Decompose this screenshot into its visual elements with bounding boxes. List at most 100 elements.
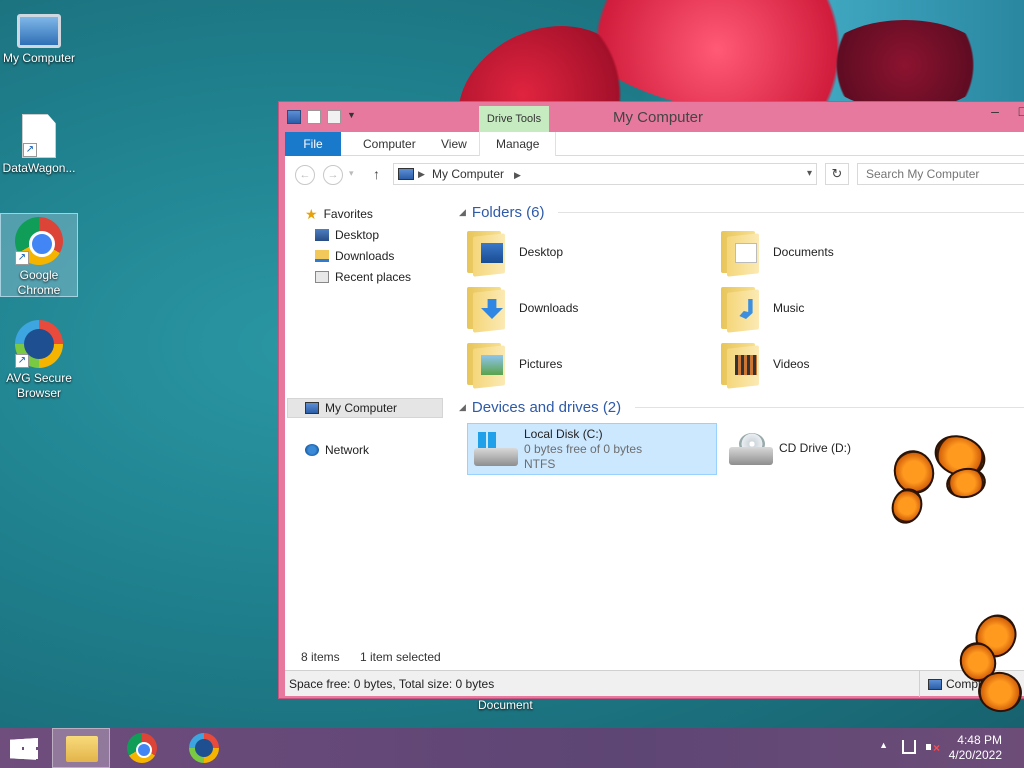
explorer-body: ★ Favorites Desktop Downloads Recent pla… <box>285 192 1024 670</box>
cd-drive-icon <box>729 431 773 467</box>
shortcut-arrow-icon: ↗ <box>15 251 29 265</box>
start-button[interactable] <box>0 728 58 768</box>
desktop-icon-label: DataWagon... <box>2 161 76 175</box>
network-icon <box>305 444 319 456</box>
folder-tile-videos[interactable]: Videos <box>715 338 965 390</box>
butterfly-decoration <box>886 428 998 532</box>
documents-folder-icon <box>721 229 761 277</box>
nav-item-label: Recent places <box>335 270 412 284</box>
shortcut-arrow-icon: ↗ <box>15 354 29 368</box>
up-button[interactable]: ↑ <box>373 166 380 182</box>
shortcut-arrow-icon: ↗ <box>23 143 37 157</box>
folders-group-header[interactable]: ◢ Folders (6) <box>459 204 1024 221</box>
back-button[interactable]: ← <box>295 165 315 185</box>
desktop-icon <box>315 229 329 241</box>
show-hidden-icons-button[interactable]: ▲ <box>879 740 888 750</box>
downloads-icon <box>315 250 329 262</box>
wallpaper-petal <box>820 20 990 110</box>
nav-item-desktop[interactable]: Desktop <box>315 225 379 245</box>
drives-group-header[interactable]: ◢ Devices and drives (2) <box>459 399 1024 416</box>
nav-item-favorites[interactable]: ★ Favorites <box>305 204 373 224</box>
folder-tile-music[interactable]: Music <box>715 282 965 334</box>
folder-label: Desktop <box>519 245 564 259</box>
folder-label: Downloads <box>519 301 579 315</box>
title-bar[interactable]: ▼ Drive Tools My Computer – □ <box>279 102 1024 132</box>
group-header-label: Devices and drives (2) <box>471 399 622 416</box>
nav-item-recent-places[interactable]: Recent places <box>315 267 411 287</box>
breadcrumb-arrow-icon[interactable]: ▶ <box>418 164 425 184</box>
window-title: My Computer <box>612 109 704 126</box>
breadcrumb-my-computer[interactable]: My Computer <box>432 167 504 181</box>
downloads-folder-icon <box>467 285 507 333</box>
folder-label: Pictures <box>519 357 563 371</box>
clock[interactable]: 4:48 PM 4/20/2022 <box>949 733 1002 763</box>
tab-view[interactable]: View <box>425 132 483 156</box>
space-summary: Space free: 0 bytes, Total size: 0 bytes <box>289 677 495 691</box>
drive-name: Local Disk (C:) <box>524 427 603 441</box>
folder-tile-pictures[interactable]: Pictures <box>461 338 711 390</box>
volume-muted-icon[interactable] <box>926 740 940 755</box>
desktop-icon-label: AVG Secure Browser <box>6 371 72 400</box>
search-input[interactable] <box>857 163 1024 185</box>
recent-locations-button[interactable]: ▾ <box>349 168 354 179</box>
nav-item-label: Favorites <box>323 207 373 221</box>
breadcrumb-arrow-icon[interactable]: ▶ <box>514 170 521 180</box>
pictures-folder-icon <box>467 341 507 389</box>
document-icon: ↗ <box>22 114 56 158</box>
computer-icon <box>17 14 61 48</box>
forward-button[interactable]: → <box>323 165 343 185</box>
nav-item-network[interactable]: Network <box>305 440 369 460</box>
nav-item-my-computer[interactable]: My Computer <box>305 398 397 418</box>
address-bar[interactable]: ▶ My Computer ▶ ▾ <box>393 163 817 185</box>
folder-tile-downloads[interactable]: Downloads <box>461 282 711 334</box>
folder-label: Music <box>773 301 805 315</box>
folder-label: Videos <box>773 357 810 371</box>
desktop-label-document: Document <box>478 698 533 712</box>
group-header-label: Folders (6) <box>471 204 545 221</box>
nav-item-label: Desktop <box>335 228 380 242</box>
desktop-icon-label: My Computer <box>2 51 76 65</box>
refresh-button[interactable]: ↻ <box>825 163 849 185</box>
desktop-icon-google-chrome[interactable]: ↗ Google Chrome <box>0 213 78 297</box>
items-count: 8 items <box>301 650 340 664</box>
address-dropdown-button[interactable]: ▾ <box>807 164 812 184</box>
network-status-icon[interactable] <box>902 740 916 754</box>
system-tray: ▲ 4:48 PM 4/20/2022 <box>864 728 1024 768</box>
hard-drive-icon <box>474 432 518 468</box>
maximize-button[interactable]: □ <box>1009 102 1024 124</box>
desktop-icon-datawagon[interactable]: ↗ DataWagon... <box>0 114 78 175</box>
drive-tile-local-disk-c[interactable]: Local Disk (C:) 0 bytes free of 0 bytes … <box>467 423 717 475</box>
drive-filesystem: NTFS <box>524 457 556 471</box>
collapse-triangle-icon[interactable]: ◢ <box>459 207 466 218</box>
desktop-icon-avg-secure-browser[interactable]: ↗ AVG Secure Browser <box>0 320 78 401</box>
group-divider <box>635 407 1024 408</box>
tab-manage[interactable]: Manage <box>479 132 557 156</box>
ribbon-tabs: File Computer View Manage <box>285 132 1024 156</box>
tab-computer[interactable]: Computer <box>347 132 432 156</box>
windows-logo-icon <box>10 738 38 760</box>
tab-file[interactable]: File <box>285 132 341 156</box>
taskbar-avg-secure-browser[interactable] <box>176 728 234 768</box>
taskbar-google-chrome[interactable] <box>114 728 172 768</box>
nav-item-label: My Computer <box>325 401 398 415</box>
folder-tile-documents[interactable]: Documents <box>715 226 965 278</box>
clock-date: 4/20/2022 <box>948 748 1002 762</box>
navigation-pane: ★ Favorites Desktop Downloads Recent pla… <box>285 192 443 670</box>
desktop-icon-my-computer[interactable]: My Computer <box>0 8 78 65</box>
computer-icon <box>928 679 942 691</box>
file-explorer-icon <box>66 736 98 762</box>
nav-item-downloads[interactable]: Downloads <box>315 246 394 266</box>
taskbar-file-explorer[interactable] <box>52 728 110 768</box>
desktop-folder-icon <box>467 229 507 277</box>
computer-icon <box>305 402 319 414</box>
computer-icon <box>398 168 414 180</box>
group-divider <box>558 212 1024 213</box>
nav-item-label: Downloads <box>335 249 395 263</box>
minimize-button[interactable]: – <box>981 102 1009 124</box>
folder-tile-desktop[interactable]: Desktop <box>461 226 711 278</box>
collapse-triangle-icon[interactable]: ◢ <box>459 402 466 413</box>
music-folder-icon <box>721 285 761 333</box>
nav-item-label: Network <box>325 443 370 457</box>
chrome-icon: ↗ <box>15 217 63 265</box>
folder-label: Documents <box>773 245 834 259</box>
